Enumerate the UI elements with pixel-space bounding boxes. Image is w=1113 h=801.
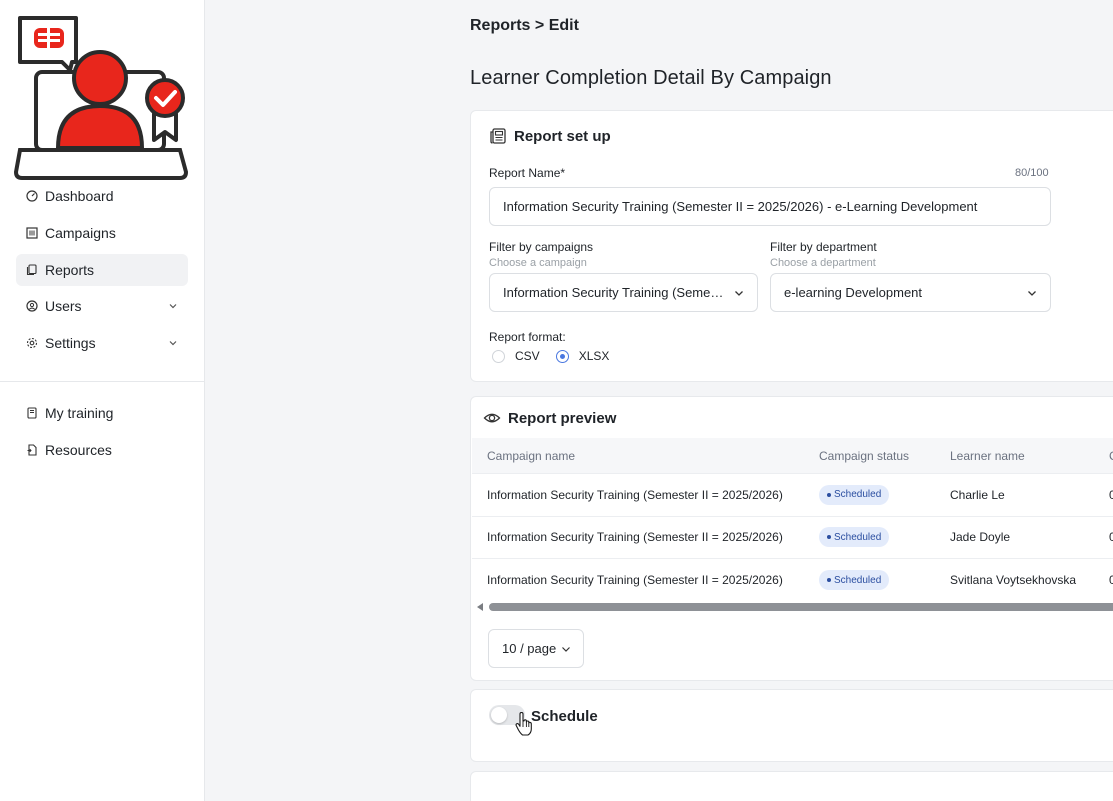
- cell-extra: 0: [1109, 530, 1113, 545]
- gear-icon: [26, 337, 38, 349]
- column-header-learner-name[interactable]: Learner name: [950, 449, 1025, 463]
- sidebar-item-label: My training: [45, 405, 114, 421]
- table-header: Campaign name Campaign status Learner na…: [472, 438, 1113, 474]
- status-badge: Scheduled: [819, 484, 890, 505]
- cell-extra: 0: [1109, 573, 1113, 588]
- filter-department-select[interactable]: e-learning Development: [770, 273, 1051, 312]
- sidebar: Dashboard Campaigns Reports Users Settin…: [0, 0, 205, 801]
- cell-campaign-name: Information Security Training (Semester …: [487, 487, 783, 502]
- page-size-value: 10 / page: [502, 641, 557, 656]
- page-title: Learner Completion Detail By Campaign: [470, 67, 832, 89]
- sidebar-item-campaigns[interactable]: Campaigns: [16, 217, 188, 249]
- eye-icon: [483, 409, 501, 427]
- status-badge: Scheduled: [819, 570, 890, 591]
- report-setup-title: Report set up: [514, 127, 611, 145]
- filter-campaigns-hint: Choose a campaign: [489, 257, 587, 269]
- report-name-input[interactable]: [489, 187, 1051, 226]
- column-header-extra[interactable]: C: [1109, 449, 1113, 463]
- radio-csv[interactable]: [492, 349, 505, 363]
- cell-campaign-name: Information Security Training (Semester …: [487, 530, 783, 545]
- cell-learner-name: Svitlana Voytsekhovska: [950, 573, 1077, 588]
- report-name-counter: 80/100: [1015, 167, 1049, 179]
- sidebar-item-my-training[interactable]: My training: [16, 397, 188, 429]
- preview-table: Campaign name Campaign status Learner na…: [472, 438, 1113, 602]
- report-preview-card: Report preview Campaign name Campaign st…: [470, 396, 1113, 681]
- user-circle-icon: [26, 300, 38, 312]
- filter-campaigns-label: Filter by campaigns: [489, 240, 594, 254]
- radio-csv-label: CSV: [515, 349, 540, 363]
- page-size-select[interactable]: 10 / page: [488, 629, 584, 668]
- sidebar-item-label: Settings: [45, 335, 96, 352]
- table-row: Information Security Training (Semester …: [472, 474, 1113, 517]
- sidebar-item-settings[interactable]: Settings: [16, 327, 188, 359]
- book-icon: [26, 407, 38, 419]
- report-setup-card: Report set up Report Name* 80/100 Filter…: [470, 110, 1113, 382]
- chevron-down-icon: [1026, 287, 1038, 299]
- sidebar-item-reports[interactable]: Reports: [16, 253, 188, 286]
- status-badge-label: Scheduled: [834, 574, 882, 586]
- sidebar-secondary-nav: My training Resources: [16, 397, 188, 471]
- newspaper-icon: [489, 127, 507, 145]
- status-badge-label: Scheduled: [834, 531, 882, 543]
- sidebar-item-dashboard[interactable]: Dashboard: [16, 180, 188, 212]
- chevron-down-icon: [560, 643, 572, 655]
- sidebar-nav: Dashboard Campaigns Reports Users Settin…: [16, 180, 188, 364]
- report-preview-title: Report preview: [508, 409, 617, 427]
- filter-department-hint: Choose a department: [770, 257, 876, 269]
- status-dot-icon: [827, 578, 831, 583]
- scrollbar-thumb[interactable]: [489, 603, 1113, 611]
- cell-learner-name: Jade Doyle: [950, 530, 1011, 545]
- column-header-campaign-name[interactable]: Campaign name: [487, 449, 575, 463]
- filter-department-value: e-learning Development: [784, 285, 923, 300]
- radio-xlsx[interactable]: [555, 349, 569, 363]
- sidebar-item-resources[interactable]: Resources: [16, 434, 188, 466]
- chevron-down-icon: [733, 287, 745, 299]
- chevron-down-icon: [168, 301, 178, 311]
- document-icon: [26, 444, 38, 456]
- horizontal-scrollbar[interactable]: [477, 602, 1113, 612]
- chevron-down-icon: [168, 338, 178, 348]
- sidebar-item-users[interactable]: Users: [16, 290, 188, 322]
- cell-learner-name: Charlie Le: [950, 487, 1005, 502]
- status-dot-icon: [827, 492, 831, 497]
- report-name-label: Report Name*: [489, 166, 566, 180]
- status-badge-label: Scheduled: [834, 489, 882, 501]
- status-dot-icon: [827, 535, 831, 540]
- status-badge: Scheduled: [819, 527, 890, 548]
- radio-xlsx-label: XLSX: [578, 349, 610, 363]
- reports-icon: [26, 264, 38, 276]
- filter-campaigns-value: Information Security Training (Semester …: [503, 285, 727, 300]
- schedule-title: Schedule: [531, 708, 598, 725]
- sidebar-item-label: Users: [45, 298, 82, 315]
- next-section-card: [470, 771, 1113, 801]
- campaigns-icon: [26, 227, 38, 239]
- sidebar-item-label: Dashboard: [45, 188, 114, 204]
- sidebar-item-label: Reports: [45, 261, 95, 278]
- report-format-options: CSV XLSX: [492, 349, 625, 363]
- cell-extra: 0: [1109, 487, 1113, 502]
- sidebar-item-label: Resources: [45, 441, 112, 458]
- filter-department-label: Filter by department: [770, 240, 877, 254]
- column-header-campaign-status[interactable]: Campaign status: [819, 449, 909, 463]
- toggle-knob: [491, 707, 507, 723]
- brand-logo-icon: [14, 16, 189, 180]
- table-row: Information Security Training (Semester …: [472, 559, 1113, 602]
- table-row: Information Security Training (Semester …: [472, 517, 1113, 559]
- report-preview-header: Report preview: [483, 409, 616, 427]
- breadcrumb: Reports > Edit: [470, 17, 579, 34]
- sidebar-divider: [0, 381, 204, 382]
- scroll-left-arrow-icon[interactable]: [477, 603, 483, 611]
- cell-campaign-name: Information Security Training (Semester …: [487, 573, 783, 588]
- filter-campaigns-select[interactable]: Information Security Training (Semester …: [489, 273, 758, 312]
- schedule-card: Schedule: [470, 689, 1113, 762]
- sidebar-item-label: Campaigns: [45, 224, 116, 241]
- report-format-label: Report format:: [489, 330, 566, 344]
- gauge-icon: [26, 190, 38, 202]
- report-setup-header: Report set up: [489, 127, 611, 145]
